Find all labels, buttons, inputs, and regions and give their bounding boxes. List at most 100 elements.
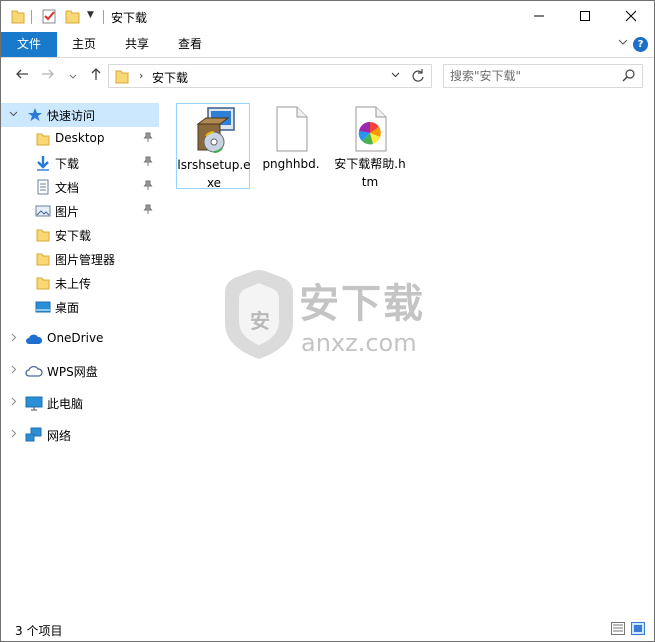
sidebar-item-not-uploaded[interactable]: 未上传 <box>1 271 159 295</box>
watermark-shield-char: 安 <box>250 309 270 333</box>
folder-icon <box>35 227 51 243</box>
separator <box>31 10 32 24</box>
close-icon <box>625 10 637 22</box>
pin-icon[interactable] <box>143 132 153 145</box>
breadcrumb[interactable]: 安下载 <box>152 69 188 86</box>
folder-icon <box>35 275 51 291</box>
sidebar-item-desktop[interactable]: Desktop <box>1 127 159 151</box>
item-count: 3 个项目 <box>15 624 63 638</box>
htm-file-icon <box>346 105 394 153</box>
chevron-right-icon[interactable] <box>9 397 18 409</box>
chevron-right-icon[interactable] <box>9 365 18 377</box>
navigation-pane: 快速访问 Desktop 下载 文档 图片 安下载 图片管理器 未上传 桌面 O… <box>1 93 159 613</box>
star-icon <box>27 107 43 123</box>
sidebar-item-desktop-cn[interactable]: 桌面 <box>1 295 159 319</box>
sidebar-item-label: 快速访问 <box>47 109 96 123</box>
sidebar-item-label: OneDrive <box>47 331 104 345</box>
folder-icon <box>35 131 51 147</box>
chevron-down-icon[interactable] <box>9 109 18 121</box>
properties-icon[interactable] <box>41 8 57 27</box>
ribbon-tabs: 文件 主页 共享 查看 ? <box>1 32 654 58</box>
large-icons-view-icon[interactable] <box>631 622 645 635</box>
pin-icon[interactable] <box>143 180 153 193</box>
file-item[interactable]: lsrshsetup.exe <box>176 103 251 190</box>
sidebar-item-label: 图片管理器 <box>55 253 116 267</box>
watermark-text-cn: 安下载 <box>299 281 425 327</box>
forward-arrow-icon <box>42 69 54 79</box>
details-view-icon[interactable] <box>611 622 625 635</box>
pin-icon[interactable] <box>143 204 153 217</box>
search-box[interactable] <box>443 64 643 88</box>
expand-ribbon-icon[interactable] <box>618 37 628 50</box>
tab-home[interactable]: 主页 <box>57 32 111 57</box>
blank-file-icon <box>267 105 315 153</box>
maximize-button[interactable] <box>562 1 608 31</box>
pictures-icon <box>35 203 51 219</box>
customize-toolbar-icon[interactable]: ▼ <box>87 10 94 20</box>
file-name: lsrshsetup.exe <box>177 158 251 190</box>
cloud-outline-icon <box>25 363 43 379</box>
address-bar[interactable]: › 安下载 <box>108 64 432 88</box>
minimize-button[interactable] <box>516 1 562 31</box>
search-icon[interactable] <box>622 68 636 85</box>
watermark-text-en: anxz.com <box>301 329 417 357</box>
chevron-right-icon[interactable] <box>9 429 18 441</box>
sidebar-item-anxz[interactable]: 安下载 <box>1 223 159 247</box>
sidebar-item-picture-manager[interactable]: 图片管理器 <box>1 247 159 271</box>
close-button[interactable] <box>608 1 654 31</box>
help-icon[interactable]: ? <box>633 37 648 52</box>
separator <box>103 10 104 24</box>
download-icon <box>35 155 51 171</box>
sidebar-item-label: 文档 <box>55 181 80 195</box>
sidebar-item-label: 桌面 <box>55 301 80 315</box>
network-icon <box>25 427 42 443</box>
file-name: pnghhbd. <box>262 157 320 171</box>
maximize-icon <box>580 11 590 21</box>
up-arrow-icon <box>91 68 101 80</box>
forward-button[interactable] <box>41 67 55 85</box>
chevron-right-icon[interactable] <box>9 333 18 345</box>
file-name: 安下载帮助.htm <box>334 157 406 189</box>
watermark-logo: 安 安下载 anxz.com <box>219 267 439 363</box>
tab-file[interactable]: 文件 <box>1 32 57 57</box>
refresh-icon[interactable] <box>411 68 425 88</box>
sidebar-item-pictures[interactable]: 图片 <box>1 199 159 223</box>
sidebar-item-wps-drive[interactable]: WPS网盘 <box>1 359 159 383</box>
sidebar-item-onedrive[interactable]: OneDrive <box>1 327 159 351</box>
chevron-down-icon <box>69 74 77 79</box>
search-input[interactable] <box>450 68 620 84</box>
folder-icon <box>35 251 51 267</box>
sidebar-item-label: 网络 <box>47 429 72 443</box>
minimize-icon <box>534 15 544 17</box>
sidebar-item-label: 下载 <box>55 157 80 171</box>
sidebar-item-this-pc[interactable]: 此电脑 <box>1 391 159 415</box>
folder-icon <box>115 68 129 87</box>
tab-view[interactable]: 查看 <box>163 32 217 57</box>
sidebar-item-downloads[interactable]: 下载 <box>1 151 159 175</box>
status-bar: 3 个项目 <box>1 617 654 641</box>
sidebar-item-network[interactable]: 网络 <box>1 423 159 447</box>
installer-icon <box>190 106 238 154</box>
desktop-icon <box>35 299 51 315</box>
file-item[interactable]: 安下载帮助.htm <box>333 103 407 189</box>
sidebar-item-label: Desktop <box>55 131 105 145</box>
sidebar-item-quick-access[interactable]: 快速访问 <box>1 103 159 127</box>
sidebar-item-label: 图片 <box>55 205 80 219</box>
pin-icon[interactable] <box>143 156 153 169</box>
recent-locations-button[interactable] <box>69 70 77 85</box>
window-title: 安下载 <box>111 11 148 25</box>
tab-share[interactable]: 共享 <box>111 32 163 57</box>
back-arrow-icon <box>16 69 28 79</box>
sidebar-item-label: WPS网盘 <box>47 365 98 379</box>
back-button[interactable] <box>15 67 29 85</box>
file-item[interactable]: pnghhbd. <box>254 103 328 189</box>
sidebar-item-label: 此电脑 <box>47 397 84 411</box>
new-folder-icon[interactable] <box>65 8 81 27</box>
up-button[interactable] <box>89 67 103 85</box>
sidebar-item-documents[interactable]: 文档 <box>1 175 159 199</box>
address-dropdown-icon[interactable] <box>391 70 400 82</box>
computer-icon <box>25 395 43 411</box>
document-icon <box>35 179 51 195</box>
breadcrumb-chevron-icon[interactable]: › <box>139 69 143 82</box>
cloud-icon <box>25 331 43 347</box>
